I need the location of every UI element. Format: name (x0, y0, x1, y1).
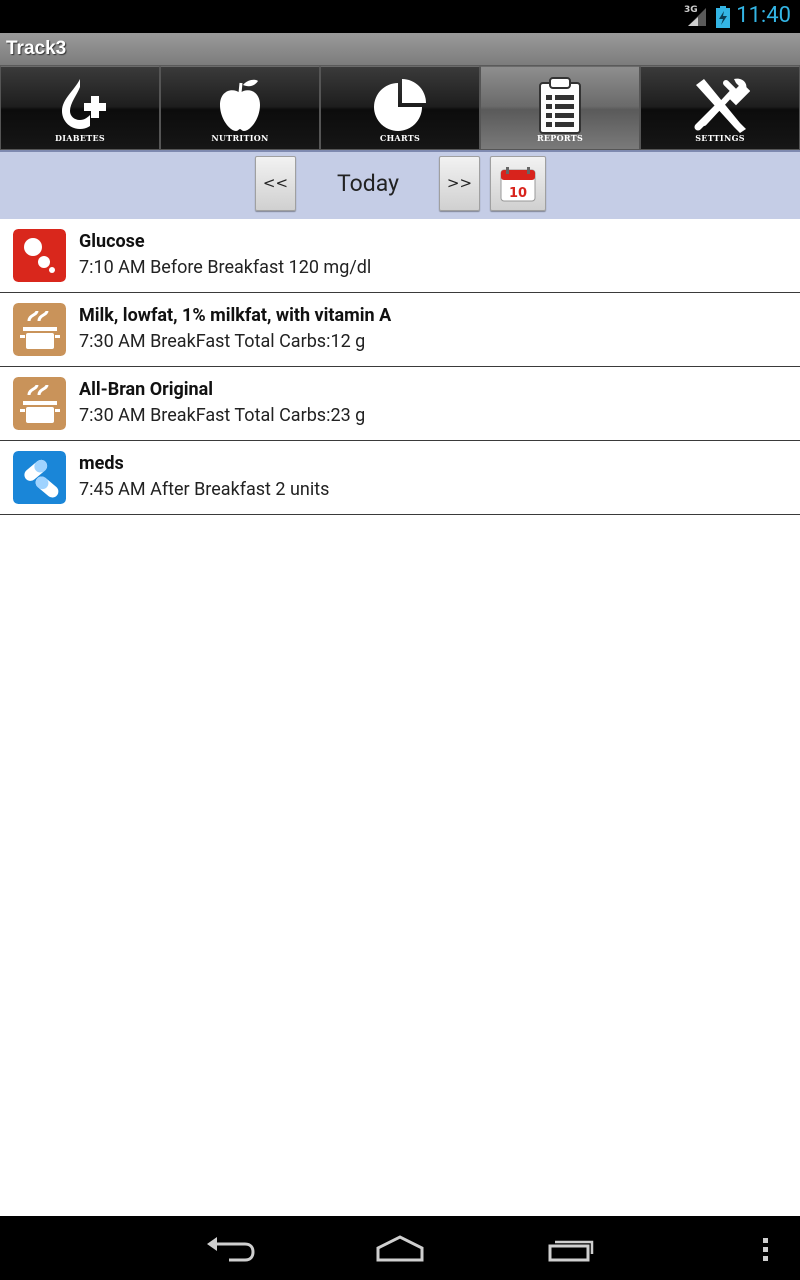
calendar-day: 10 (509, 186, 527, 201)
entry-title: Glucose (79, 231, 145, 252)
list-item[interactable]: Milk, lowfat, 1% milkfat, with vitamin A… (0, 293, 800, 367)
tools-icon (694, 78, 750, 133)
entry-list: Glucose 7:10 AM Before Breakfast 120 mg/… (0, 219, 800, 515)
entry-detail: 7:45 AM After Breakfast 2 units (79, 479, 330, 500)
app-title: Track3 (6, 38, 67, 59)
status-bar: 3G 11:40 (0, 0, 800, 33)
battery-icon (716, 6, 730, 28)
system-navigation-bar (0, 1216, 800, 1280)
current-date-label: Today (337, 170, 399, 197)
tab-label: NUTRITION (211, 133, 269, 143)
tab-label: REPORTS (536, 133, 584, 143)
cooking-pot-icon (13, 303, 66, 356)
clock: 11:40 (736, 3, 791, 28)
recent-apps-icon[interactable] (547, 1234, 597, 1264)
glucose-drops-icon (13, 229, 66, 282)
entry-detail: 7:30 AM BreakFast Total Carbs:23 g (79, 405, 366, 426)
tab-bar: DIABETES NUTRITION CHARTS REPORTS SETTIN… (0, 66, 800, 150)
tab-label: CHARTS (379, 133, 421, 143)
calendar-icon: 10 (500, 167, 536, 202)
next-day-button[interactable]: >> (439, 156, 480, 211)
menu-icon[interactable] (760, 1234, 770, 1264)
date-navigator: << Today >> 10 (0, 150, 800, 219)
list-item[interactable]: meds 7:45 AM After Breakfast 2 units (0, 441, 800, 515)
entry-title: meds (79, 453, 124, 474)
pie-chart-icon (374, 79, 426, 131)
apple-icon (220, 79, 260, 131)
previous-day-button[interactable]: << (255, 156, 296, 211)
tab-diabetes[interactable]: DIABETES (0, 66, 160, 150)
tab-reports[interactable]: REPORTS (480, 66, 640, 150)
cooking-pot-icon (13, 377, 66, 430)
clipboard-icon (539, 77, 581, 134)
entry-detail: 7:30 AM BreakFast Total Carbs:12 g (79, 331, 366, 352)
back-icon[interactable] (205, 1234, 255, 1264)
entry-title: All-Bran Original (79, 379, 213, 400)
entry-detail: 7:10 AM Before Breakfast 120 mg/dl (79, 257, 372, 278)
entry-title: Milk, lowfat, 1% milkfat, with vitamin A (79, 305, 392, 326)
signal-icon (688, 8, 706, 26)
title-bar: Track3 (0, 33, 800, 66)
tab-label: DIABETES (55, 133, 105, 143)
calendar-button[interactable]: 10 (490, 156, 546, 211)
tab-label: SETTINGS (695, 133, 745, 143)
list-item[interactable]: Glucose 7:10 AM Before Breakfast 120 mg/… (0, 219, 800, 293)
pills-icon (13, 451, 66, 504)
tab-settings[interactable]: SETTINGS (640, 66, 800, 150)
list-item[interactable]: All-Bran Original 7:30 AM BreakFast Tota… (0, 367, 800, 441)
tab-charts[interactable]: CHARTS (320, 66, 480, 150)
tab-nutrition[interactable]: NUTRITION (160, 66, 320, 150)
home-icon[interactable] (375, 1234, 425, 1264)
diabetes-plus-icon (62, 79, 106, 129)
